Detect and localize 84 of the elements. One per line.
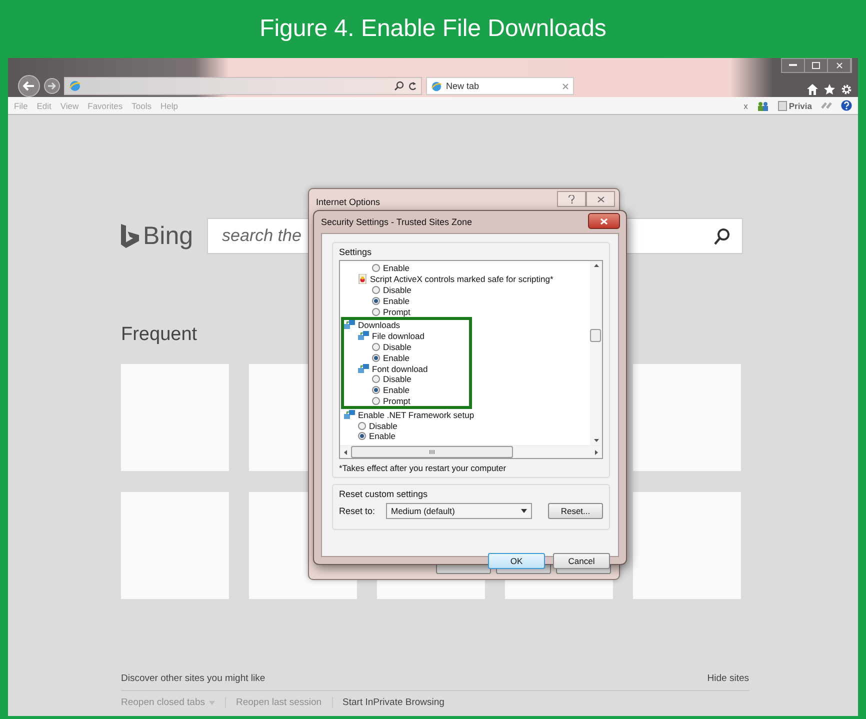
- network-icon: [344, 410, 355, 420]
- field-label: Reset to:: [339, 506, 376, 516]
- close-mark[interactable]: x: [744, 100, 748, 110]
- scroll-right-icon[interactable]: [595, 450, 598, 454]
- logo-icon: [121, 224, 139, 248]
- people-icon[interactable]: [756, 100, 769, 110]
- option-label: Prompt: [383, 306, 410, 317]
- scroll-down-icon[interactable]: [594, 439, 598, 442]
- caret-icon: [208, 700, 215, 704]
- arrow-right-icon: [48, 82, 56, 90]
- script-icon: [358, 274, 367, 284]
- page-link[interactable]: Start InPrivate Browsing: [342, 697, 454, 708]
- radio-button[interactable]: [372, 386, 380, 394]
- close-icon: [600, 218, 608, 224]
- group-label: Reset custom settings: [339, 489, 428, 499]
- home-icon[interactable]: [807, 84, 818, 95]
- close-button[interactable]: [588, 213, 620, 229]
- scroll-thumb[interactable]: [351, 446, 513, 458]
- site-tile[interactable]: [633, 364, 741, 471]
- scroll-left-icon[interactable]: [344, 450, 347, 454]
- back-button[interactable]: [18, 75, 40, 97]
- option-label: Disable: [369, 420, 398, 431]
- forward-button[interactable]: [44, 78, 60, 94]
- option-label: Disable: [383, 342, 412, 352]
- radio-button[interactable]: [372, 264, 380, 272]
- star-icon[interactable]: [824, 84, 835, 95]
- network-icon: [344, 320, 355, 330]
- setting-label: Downloads: [358, 320, 400, 330]
- dialog-title: Internet Options: [316, 197, 380, 207]
- reset-dropdown[interactable]: Medium (default): [386, 503, 532, 519]
- setting-label: Font download: [372, 364, 428, 374]
- option-label: Enable: [383, 263, 410, 274]
- network-icon: [358, 331, 369, 342]
- radio-button[interactable]: [372, 308, 380, 316]
- hide-sites-link[interactable]: Hide sites: [707, 673, 749, 684]
- note-text: *Takes effect after you restart your computer: [339, 463, 508, 473]
- globe-icon: [69, 80, 81, 92]
- scroll-up-icon[interactable]: [594, 264, 598, 267]
- close-icon[interactable]: [586, 191, 615, 207]
- option-label: Disable: [383, 374, 412, 384]
- radio-button[interactable]: [372, 286, 380, 294]
- radio-button[interactable]: [372, 354, 380, 362]
- setting-label: Enable .NET Framework setup: [358, 410, 474, 420]
- radio-button[interactable]: [358, 432, 366, 440]
- page-icon: [778, 100, 787, 110]
- reset-button[interactable]: Reset...: [548, 503, 603, 519]
- toolbar-button[interactable]: Privia: [778, 100, 812, 110]
- radio-button[interactable]: [372, 296, 380, 305]
- close-icon[interactable]: [562, 82, 569, 90]
- option-label: Enable: [383, 385, 410, 396]
- radio-button[interactable]: [372, 396, 380, 405]
- search-icon[interactable]: [714, 228, 730, 244]
- site-tile[interactable]: [121, 492, 229, 599]
- help-icon[interactable]: [841, 100, 852, 111]
- refresh-icon[interactable]: [408, 81, 417, 91]
- setting-label: Script ActiveX controls marked safe for scripting*: [370, 274, 554, 284]
- radio-button[interactable]: [358, 422, 366, 430]
- dialog-button[interactable]: OK: [488, 553, 545, 569]
- site-tile[interactable]: [633, 492, 741, 599]
- globe-icon: [431, 80, 442, 92]
- option-label: Prompt: [383, 396, 410, 406]
- option-label: Disable: [383, 284, 412, 295]
- caret-icon: [521, 509, 527, 513]
- arrow-left-icon: [23, 81, 35, 91]
- setting-label: File download: [372, 331, 424, 342]
- network-icon: [358, 364, 369, 374]
- search-icon[interactable]: [394, 81, 404, 91]
- scroll-thumb[interactable]: [590, 329, 601, 342]
- discover-text: Discover other sites you might like: [121, 673, 266, 684]
- radio-button[interactable]: [372, 342, 380, 351]
- radio-button[interactable]: [372, 375, 380, 384]
- dialog-button[interactable]: Cancel: [553, 553, 610, 569]
- section-heading: Frequent: [121, 324, 198, 346]
- option-label: Enable: [383, 352, 410, 363]
- option-label: Enable: [383, 296, 410, 306]
- site-tile[interactable]: [121, 364, 229, 471]
- browser-tab[interactable]: New tab: [426, 77, 574, 95]
- gear-icon[interactable]: [841, 84, 852, 95]
- figure-title: Figure 4. Enable File Downloads: [258, 14, 608, 44]
- dialog-title: Security Settings - Trusted Sites Zone: [321, 217, 472, 227]
- help-icon[interactable]: [557, 191, 586, 207]
- group-label: Settings: [339, 247, 372, 257]
- option-label: Enable: [369, 431, 396, 442]
- logo-text: Bing: [143, 222, 194, 250]
